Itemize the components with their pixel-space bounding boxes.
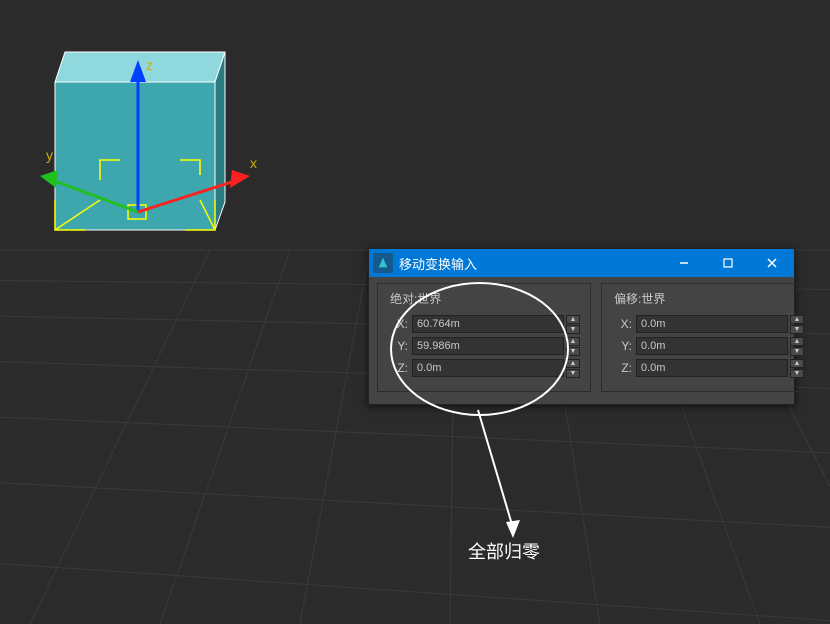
viewport-3d[interactable]: x y z 移动变换输入 绝对:世界 X:	[0, 0, 830, 624]
offset-world-group: 偏移:世界 X: ▲ ▼ Y:	[601, 283, 815, 392]
offset-y-label: Y:	[612, 339, 632, 353]
close-button[interactable]	[750, 249, 794, 277]
minimize-button[interactable]	[662, 249, 706, 277]
dialog-titlebar[interactable]: 移动变换输入	[369, 249, 794, 277]
absolute-z-down[interactable]: ▼	[566, 369, 580, 378]
absolute-y-spinner[interactable]: ▲ ▼	[412, 337, 580, 355]
offset-x-label: X:	[612, 317, 632, 331]
offset-world-title: 偏移:世界	[614, 290, 804, 307]
dialog-title: 移动变换输入	[399, 254, 662, 273]
offset-z-down[interactable]: ▼	[790, 369, 804, 378]
offset-x-down[interactable]: ▼	[790, 325, 804, 334]
absolute-x-up[interactable]: ▲	[566, 315, 580, 324]
axis-label-z: z	[146, 57, 153, 73]
offset-y-input[interactable]	[636, 337, 788, 355]
absolute-x-label: X:	[388, 317, 408, 331]
offset-y-spinner[interactable]: ▲ ▼	[636, 337, 804, 355]
app-icon	[373, 253, 393, 273]
offset-z-input[interactable]	[636, 359, 788, 377]
maximize-button[interactable]	[706, 249, 750, 277]
absolute-world-title: 绝对:世界	[390, 290, 580, 307]
absolute-x-input[interactable]	[412, 315, 564, 333]
axis-label-x: x	[250, 155, 257, 171]
absolute-y-up[interactable]: ▲	[566, 337, 580, 346]
absolute-z-up[interactable]: ▲	[566, 359, 580, 368]
absolute-z-label: Z:	[388, 361, 408, 375]
offset-z-spinner[interactable]: ▲ ▼	[636, 359, 804, 377]
absolute-y-down[interactable]: ▼	[566, 347, 580, 356]
absolute-z-spinner[interactable]: ▲ ▼	[412, 359, 580, 377]
dialog-body: 绝对:世界 X: ▲ ▼ Y:	[369, 277, 794, 404]
offset-x-spinner[interactable]: ▲ ▼	[636, 315, 804, 333]
absolute-x-down[interactable]: ▼	[566, 325, 580, 334]
move-transform-dialog[interactable]: 移动变换输入 绝对:世界 X: ▲	[368, 248, 795, 405]
offset-y-up[interactable]: ▲	[790, 337, 804, 346]
absolute-y-label: Y:	[388, 339, 408, 353]
absolute-x-spinner[interactable]: ▲ ▼	[412, 315, 580, 333]
absolute-z-input[interactable]	[412, 359, 564, 377]
annotation-text: 全部归零	[468, 538, 540, 564]
axis-label-y: y	[46, 147, 53, 163]
offset-x-up[interactable]: ▲	[790, 315, 804, 324]
offset-z-label: Z:	[612, 361, 632, 375]
absolute-y-input[interactable]	[412, 337, 564, 355]
offset-x-input[interactable]	[636, 315, 788, 333]
offset-z-up[interactable]: ▲	[790, 359, 804, 368]
absolute-world-group: 绝对:世界 X: ▲ ▼ Y:	[377, 283, 591, 392]
offset-y-down[interactable]: ▼	[790, 347, 804, 356]
